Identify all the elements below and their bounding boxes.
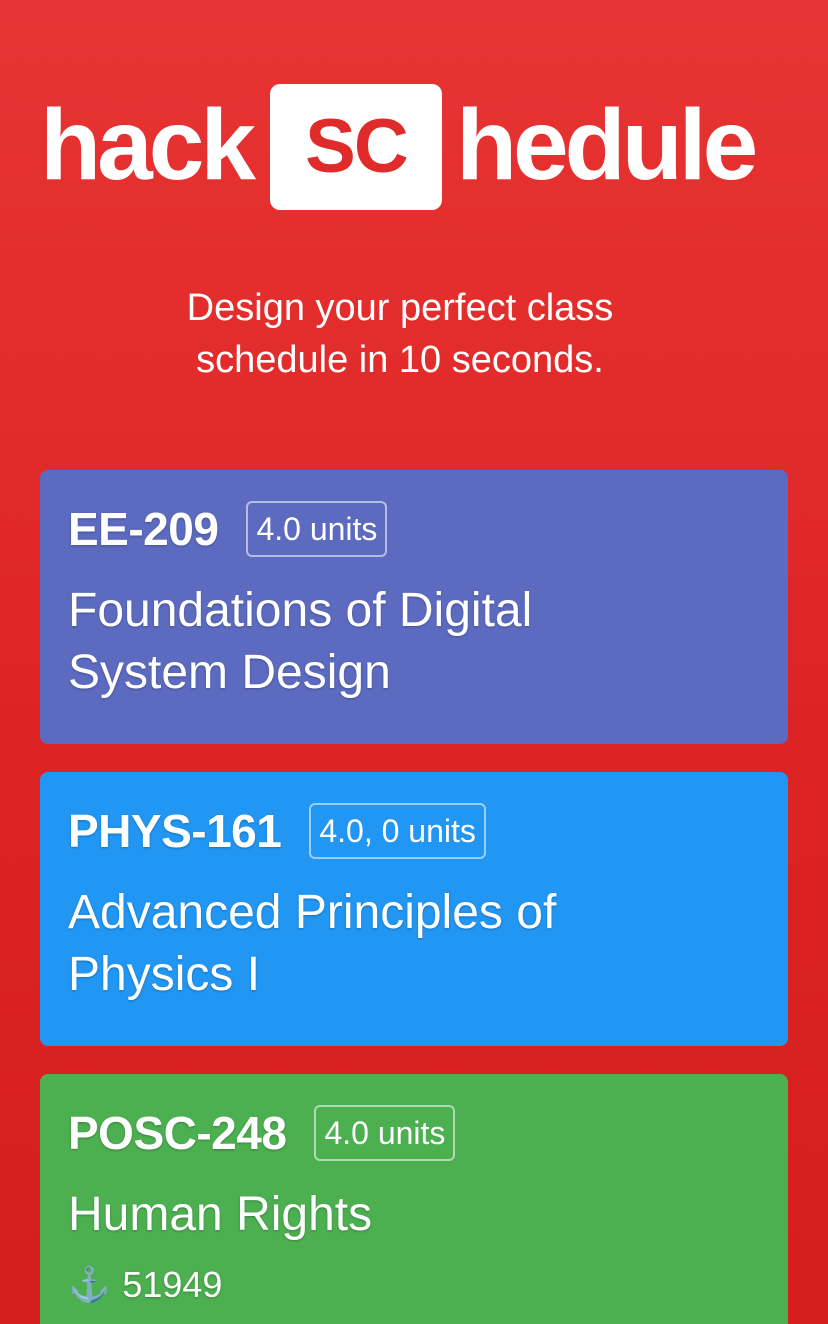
course-card-posc-248[interactable]: POSC-248 4.0 units Human Rights ⚓ 51949: [40, 1074, 788, 1324]
course-title: Human Rights: [68, 1184, 760, 1246]
logo-word-sc: SC: [305, 104, 409, 189]
course-title: Foundations of Digital System Design: [68, 580, 760, 704]
course-title-line-1: Advanced Principles of: [68, 886, 557, 939]
course-card-header: PHYS-161 4.0, 0 units: [68, 802, 760, 860]
units-badge: 4.0 units: [246, 501, 388, 557]
course-card-phys-161[interactable]: PHYS-161 4.0, 0 units Advanced Principle…: [40, 772, 788, 1046]
course-card-ee-209[interactable]: EE-209 4.0 units Foundations of Digital …: [40, 470, 788, 744]
course-title: Advanced Principles of Physics I: [68, 882, 760, 1006]
logo-word-hack: hack: [40, 89, 256, 201]
section-number-row: ⚓ 51949: [68, 1264, 760, 1306]
anchor-icon: ⚓: [68, 1266, 111, 1304]
course-title-line-1: Foundations of Digital: [68, 584, 533, 637]
course-code: PHYS-161: [68, 805, 282, 857]
course-title-line-2: Physics I: [68, 948, 261, 1001]
course-card-header: POSC-248 4.0 units: [68, 1104, 760, 1162]
course-code: POSC-248: [68, 1107, 287, 1159]
course-title-line-1: Human Rights: [68, 1188, 373, 1241]
logo-sc-box: SC: [269, 84, 442, 210]
tagline-line-2: schedule in 10 seconds.: [196, 339, 604, 381]
course-code: EE-209: [68, 503, 219, 555]
app-logo: hack SC hedule: [40, 80, 790, 210]
section-number: 51949: [122, 1264, 223, 1305]
logo-word-hedule: hedule: [455, 89, 758, 201]
course-card-header: EE-209 4.0 units: [68, 500, 760, 558]
units-badge: 4.0, 0 units: [309, 803, 486, 859]
tagline-line-1: Design your perfect class: [186, 287, 614, 329]
units-badge: 4.0 units: [314, 1105, 456, 1161]
tagline: Design your perfect class schedule in 10…: [0, 282, 800, 386]
course-title-line-2: System Design: [68, 646, 391, 699]
